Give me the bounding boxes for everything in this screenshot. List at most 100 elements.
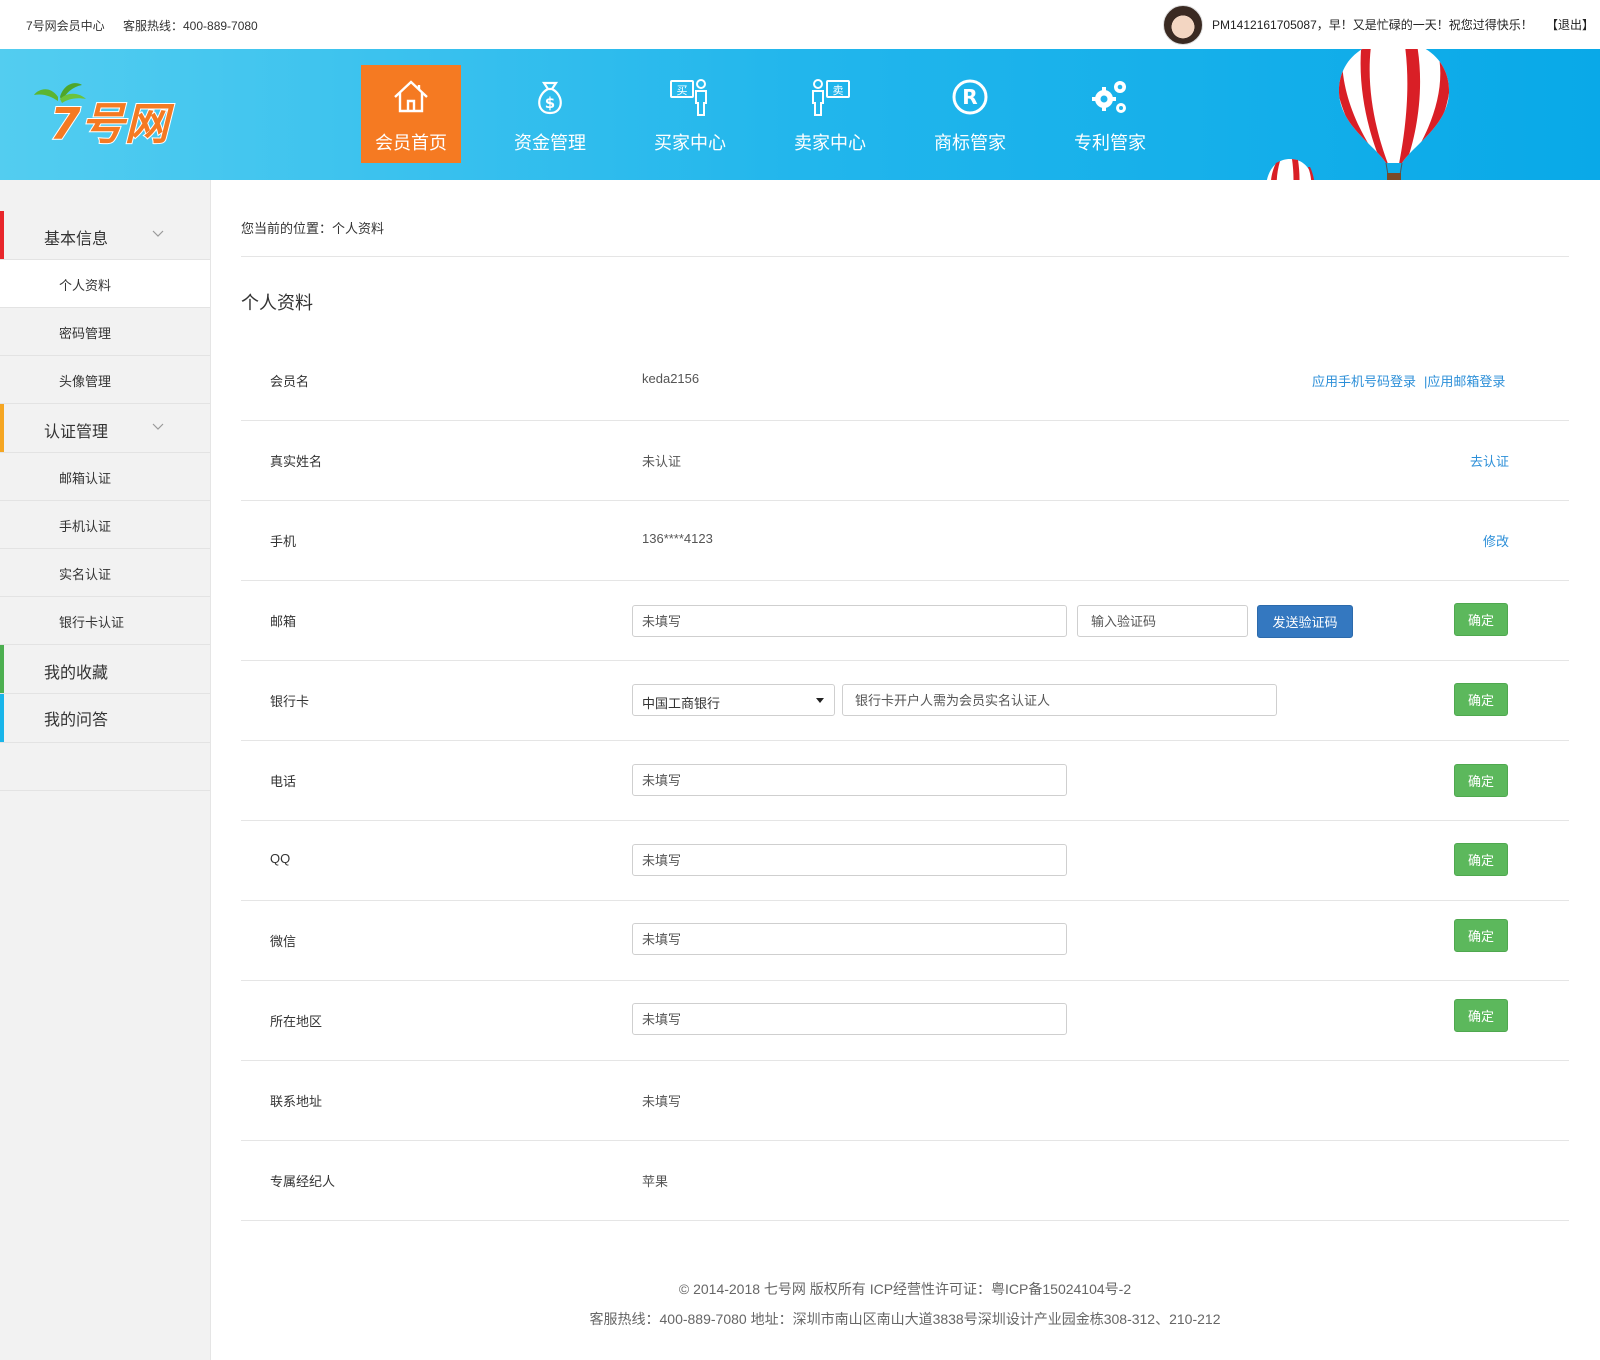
sidebar-item-label: 银行卡认证	[59, 615, 125, 630]
buyer-icon: 买	[670, 79, 707, 116]
svg-text:$: $	[545, 94, 555, 112]
logout-link[interactable]: 【退出】	[1546, 16, 1594, 33]
svg-text:卖: 卖	[833, 84, 844, 97]
svg-text:7号网: 7号网	[50, 99, 175, 147]
confirm-qq-button[interactable]: 确定	[1454, 843, 1508, 876]
real-name-value: 未认证	[642, 454, 682, 469]
field-label: 会员名	[270, 374, 310, 389]
field-label: 邮箱	[270, 614, 297, 629]
sidebar-item-password[interactable]: 密码管理	[0, 308, 210, 356]
sidebar-item-avatar[interactable]: 头像管理	[0, 356, 210, 404]
sidebar: 基本信息 个人资料 密码管理 头像管理 认证管理 邮箱认证 手机认证 实名认证 …	[0, 180, 211, 1360]
nav-patent[interactable]: 专利管家	[1060, 65, 1160, 163]
row-phone: 手机 136****4123 修改	[241, 501, 1569, 581]
nav-label: 会员首页	[375, 133, 447, 153]
sidebar-item-realname-verify[interactable]: 实名认证	[0, 549, 210, 597]
chevron-down-icon	[152, 423, 164, 430]
site-logo[interactable]: 7号网	[30, 77, 190, 147]
confirm-email-button[interactable]: 确定	[1454, 603, 1508, 636]
confirm-telephone-button[interactable]: 确定	[1454, 764, 1508, 797]
registered-trademark-icon: R	[952, 79, 988, 115]
row-telephone: 电话 确定	[241, 741, 1569, 821]
sidebar-group-qa[interactable]: 我的问答	[0, 694, 210, 743]
sidebar-item-label: 头像管理	[59, 374, 112, 389]
dropdown-caret-icon	[816, 698, 824, 703]
nav-label: 卖家中心	[794, 133, 866, 153]
sidebar-item-phone-verify[interactable]: 手机认证	[0, 501, 210, 549]
group-color-bar	[0, 211, 4, 259]
sidebar-group-label: 我的收藏	[44, 665, 109, 682]
confirm-region-button[interactable]: 确定	[1454, 999, 1508, 1032]
svg-text:买: 买	[677, 84, 688, 97]
sidebar-group-label: 我的问答	[44, 712, 109, 729]
nav-label: 资金管理	[514, 133, 586, 153]
bank-card-input[interactable]	[842, 684, 1277, 716]
qq-input[interactable]	[632, 844, 1067, 876]
row-region: 所在地区 确定	[241, 981, 1569, 1061]
bank-select[interactable]: 中国工商银行	[632, 684, 835, 716]
row-real-name: 真实姓名 未认证 去认证	[241, 421, 1569, 501]
sidebar-item-profile[interactable]: 个人资料	[0, 260, 210, 308]
confirm-wechat-button[interactable]: 确定	[1454, 919, 1508, 952]
email-login-link[interactable]: |应用邮箱登录	[1424, 371, 1505, 390]
row-agent: 专属经纪人 苹果	[241, 1141, 1569, 1221]
group-color-bar	[0, 645, 4, 693]
phone-login-link[interactable]: 应用手机号码登录	[1312, 371, 1416, 390]
hot-air-balloon-image	[1338, 49, 1450, 180]
email-input[interactable]	[632, 605, 1067, 637]
nav-trademark[interactable]: R 商标管家	[920, 65, 1020, 163]
agent-value: 苹果	[642, 1174, 669, 1189]
contact-address-text: 客服热线：400-889-7080 地址：深圳市南山区南山大道3838号深圳设计…	[589, 1311, 1221, 1327]
confirm-bank-button[interactable]: 确定	[1454, 683, 1508, 716]
sidebar-group-verification[interactable]: 认证管理	[0, 404, 210, 453]
seller-icon: 卖	[812, 79, 850, 116]
chevron-down-icon	[152, 230, 164, 237]
wechat-input[interactable]	[632, 923, 1067, 955]
field-label: 微信	[270, 934, 297, 949]
nav-member-home[interactable]: 会员首页	[361, 65, 461, 163]
nav-funds[interactable]: $ 资金管理	[500, 65, 600, 163]
sidebar-item-label: 实名认证	[59, 567, 112, 582]
footer: © 2014-2018 七号网 版权所有 ICP经营性许可证：粤ICP备1502…	[210, 1274, 1600, 1334]
nav-label: 专利管家	[1074, 133, 1146, 153]
header-banner: 7号网 会员首页 $ 资金管理 买 买家中心 卖 卖家中心 R 商标管家 专利管…	[0, 49, 1600, 180]
member-name-value: keda2156	[642, 371, 700, 386]
top-bar: 7号网会员中心 客服热线：400-889-7080 PM141216170508…	[0, 0, 1600, 49]
sidebar-group-label: 认证管理	[44, 424, 109, 441]
site-name: 7号网会员中心	[26, 19, 105, 33]
send-code-button[interactable]: 发送验证码	[1257, 605, 1353, 638]
breadcrumb: 您当前的位置：个人资料	[241, 221, 385, 236]
field-label: 专属经纪人	[270, 1174, 336, 1189]
verification-code-input[interactable]	[1077, 605, 1248, 637]
sidebar-group-favorites[interactable]: 我的收藏	[0, 645, 210, 694]
phone-value: 136****4123	[642, 531, 713, 546]
sidebar-item-label: 手机认证	[59, 519, 112, 534]
sidebar-item-email-verify[interactable]: 邮箱认证	[0, 453, 210, 501]
sidebar-item-label: 邮箱认证	[59, 471, 112, 486]
svg-text:R: R	[962, 85, 977, 109]
gears-icon	[1092, 81, 1126, 113]
avatar[interactable]	[1163, 5, 1203, 45]
field-label: 电话	[270, 774, 297, 789]
money-bag-icon: $	[538, 81, 562, 115]
row-address: 联系地址 未填写	[241, 1061, 1569, 1141]
sidebar-group-basic-info[interactable]: 基本信息	[0, 211, 210, 260]
row-email: 邮箱 发送验证码 确定	[241, 581, 1569, 661]
sidebar-item-label: 个人资料	[59, 278, 112, 293]
bank-select-value: 中国工商银行	[642, 696, 721, 711]
page-title: 个人资料	[241, 293, 313, 313]
telephone-input[interactable]	[632, 764, 1067, 796]
nav-seller-center[interactable]: 卖 卖家中心	[780, 65, 880, 163]
nav-buyer-center[interactable]: 买 买家中心	[640, 65, 740, 163]
verify-link[interactable]: 去认证	[1470, 451, 1509, 470]
row-bank-card: 银行卡 中国工商银行 确定	[241, 661, 1569, 741]
field-label: 联系地址	[270, 1094, 323, 1109]
address-value: 未填写	[642, 1094, 682, 1109]
sidebar-item-bankcard-verify[interactable]: 银行卡认证	[0, 597, 210, 645]
small-balloon-image	[1267, 159, 1315, 180]
nav-label: 商标管家	[934, 133, 1006, 153]
edit-phone-link[interactable]: 修改	[1483, 531, 1509, 550]
region-input[interactable]	[632, 1003, 1067, 1035]
divider	[241, 256, 1569, 257]
sidebar-item-label: 密码管理	[59, 326, 112, 341]
